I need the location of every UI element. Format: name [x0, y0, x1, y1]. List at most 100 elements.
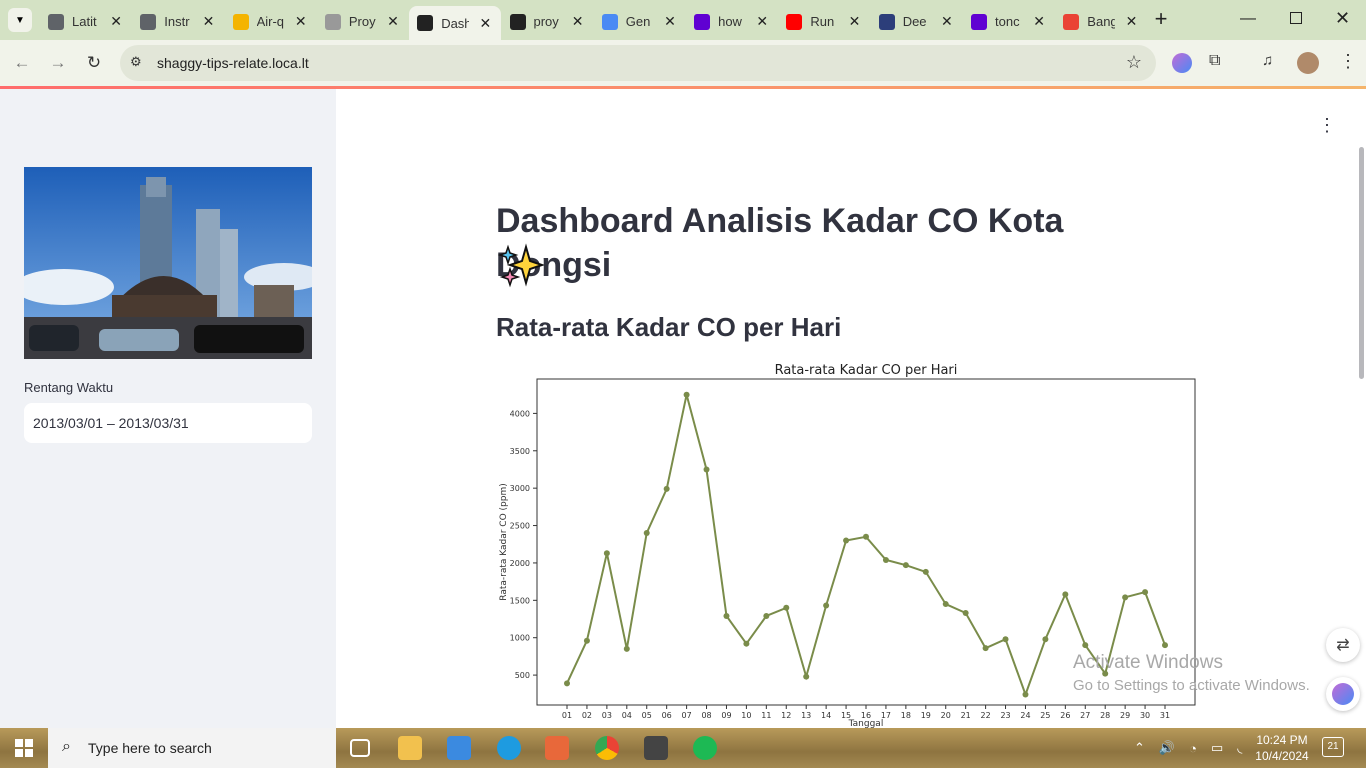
x-tick-label: 29: [1120, 711, 1130, 720]
browser-tab[interactable]: Latit ✕: [40, 7, 132, 36]
tab-favicon-icon: [417, 15, 434, 31]
wifi-icon[interactable]: ◟: [1237, 740, 1242, 756]
co-data-point: [1042, 636, 1049, 643]
tab-close-icon[interactable]: ✕: [1033, 13, 1045, 30]
x-tick-label: 08: [701, 711, 711, 720]
windows-logo-icon: [15, 739, 33, 757]
co-data-point: [723, 613, 730, 620]
browser-tab[interactable]: Run ✕: [778, 7, 870, 36]
task-view-icon[interactable]: [350, 739, 370, 757]
x-tick-label: 27: [1080, 711, 1090, 720]
y-tick-label: 3500: [510, 447, 530, 456]
browser-tab[interactable]: tonc ✕: [963, 7, 1055, 36]
co-data-point: [663, 485, 670, 492]
tab-title: Run: [810, 14, 835, 29]
tab-title: Proy: [348, 14, 376, 29]
address-bar[interactable]: ⚙ shaggy-tips-relate.loca.lt ☆: [120, 45, 1156, 81]
y-tick-label: 500: [515, 671, 530, 680]
browser-tab[interactable]: Instr ✕: [132, 7, 224, 36]
page-scrollbar[interactable]: [1359, 147, 1364, 379]
store-icon[interactable]: [447, 736, 471, 760]
tab-favicon-icon: [232, 13, 249, 30]
sparkles-icon: [498, 243, 544, 288]
clock-date: 10/4/2024: [1255, 749, 1309, 763]
reload-button[interactable]: ↻: [81, 50, 107, 76]
x-tick-label: 03: [602, 711, 612, 720]
tab-close-icon[interactable]: ✕: [479, 15, 491, 32]
extensions-puzzle-icon[interactable]: ⧉: [1209, 52, 1220, 70]
chart-title: Rata-rata Kadar CO per Hari: [775, 363, 958, 378]
edge-icon[interactable]: [497, 736, 521, 760]
tab-title: Air-q: [256, 14, 285, 29]
co-data-point: [902, 562, 909, 569]
media-control-icon[interactable]: ♫: [1262, 52, 1273, 69]
tray-chevron-icon[interactable]: ⌃: [1134, 740, 1145, 756]
tab-close-icon[interactable]: ✕: [110, 13, 122, 30]
x-tick-label: 20: [941, 711, 951, 720]
browser-tab[interactable]: Bang ✕: [1055, 7, 1147, 36]
co-data-point: [763, 613, 770, 620]
app-menu-icon[interactable]: ⋮: [1318, 115, 1336, 136]
date-range-input[interactable]: 2013/03/01 – 2013/03/31: [24, 403, 312, 443]
bookmark-star-icon[interactable]: ☆: [1126, 52, 1142, 73]
tab-title: Bang: [1087, 14, 1116, 29]
translate-icon[interactable]: ⇄: [1326, 628, 1360, 662]
tab-close-icon[interactable]: ✕: [203, 13, 215, 30]
site-info-icon[interactable]: ⚙: [130, 54, 148, 72]
browser-tab[interactable]: Dash ✕: [409, 6, 502, 40]
taskbar-search-box[interactable]: ⌕ Type here to search: [48, 728, 336, 768]
back-button[interactable]: ←: [9, 50, 35, 76]
profile-avatar[interactable]: [1297, 52, 1319, 74]
tab-close-icon[interactable]: ✕: [572, 13, 584, 30]
browser-tab[interactable]: Dee ✕: [871, 7, 963, 36]
city-photo: [24, 167, 312, 359]
tab-favicon-icon: [1063, 13, 1080, 30]
co-data-point: [982, 645, 989, 652]
browser-tab[interactable]: Gen ✕: [594, 7, 686, 36]
browser-tab[interactable]: Proy ✕: [317, 7, 409, 36]
start-button[interactable]: [0, 728, 48, 768]
x-tick-label: 06: [662, 711, 672, 720]
new-tab-button[interactable]: +: [1150, 8, 1172, 32]
browser-tab[interactable]: how ✕: [686, 7, 778, 36]
tab-close-icon[interactable]: ✕: [849, 13, 861, 30]
x-tick-label: 30: [1140, 711, 1150, 720]
tab-close-icon[interactable]: ✕: [295, 13, 307, 30]
x-tick-label: 28: [1100, 711, 1110, 720]
chrome-icon[interactable]: [595, 736, 619, 760]
file-explorer-icon[interactable]: [398, 736, 422, 760]
browser-menu-icon[interactable]: ⋮: [1339, 51, 1357, 72]
y-tick-label: 1000: [510, 634, 530, 643]
restore-button[interactable]: [1290, 12, 1302, 24]
co-data-point: [583, 637, 590, 644]
watermark-line1: Activate Windows: [1073, 652, 1223, 673]
close-window-button[interactable]: ✕: [1335, 8, 1350, 29]
url-text: shaggy-tips-relate.loca.lt: [157, 55, 309, 71]
battery-icon[interactable]: ▭: [1211, 740, 1223, 756]
network-icon[interactable]: ◔: [1189, 741, 1197, 756]
browser-tab[interactable]: Air-q ✕: [225, 7, 317, 36]
tab-close-icon[interactable]: ✕: [756, 13, 768, 30]
tab-close-icon[interactable]: ✕: [1126, 13, 1138, 30]
sync-app-icon[interactable]: [644, 736, 668, 760]
taskbar-clock[interactable]: 10:24 PM 10/4/2024: [1252, 732, 1312, 764]
assistant-brain-icon[interactable]: [1326, 677, 1360, 711]
co-data-point: [683, 391, 690, 398]
volume-icon[interactable]: 🔊: [1159, 740, 1175, 756]
minimize-button[interactable]: —: [1240, 10, 1260, 28]
tab-search-dropdown[interactable]: ▼: [8, 8, 32, 32]
spotify-icon[interactable]: [693, 736, 717, 760]
browser-tab[interactable]: proy ✕: [502, 7, 594, 36]
system-tray: ⌃ 🔊 ◔ ▭ ◟: [1134, 728, 1242, 768]
tab-favicon-icon: [140, 13, 157, 30]
tab-close-icon[interactable]: ✕: [664, 13, 676, 30]
office-icon[interactable]: [545, 736, 569, 760]
tab-close-icon[interactable]: ✕: [387, 13, 399, 30]
x-tick-label: 10: [741, 711, 751, 720]
tab-favicon-icon: [324, 13, 341, 30]
x-tick-label: 15: [841, 711, 851, 720]
notification-center-icon[interactable]: 21: [1322, 737, 1344, 757]
forward-button[interactable]: →: [45, 50, 71, 76]
tab-close-icon[interactable]: ✕: [941, 13, 953, 30]
extension-brain-icon[interactable]: [1172, 53, 1192, 73]
